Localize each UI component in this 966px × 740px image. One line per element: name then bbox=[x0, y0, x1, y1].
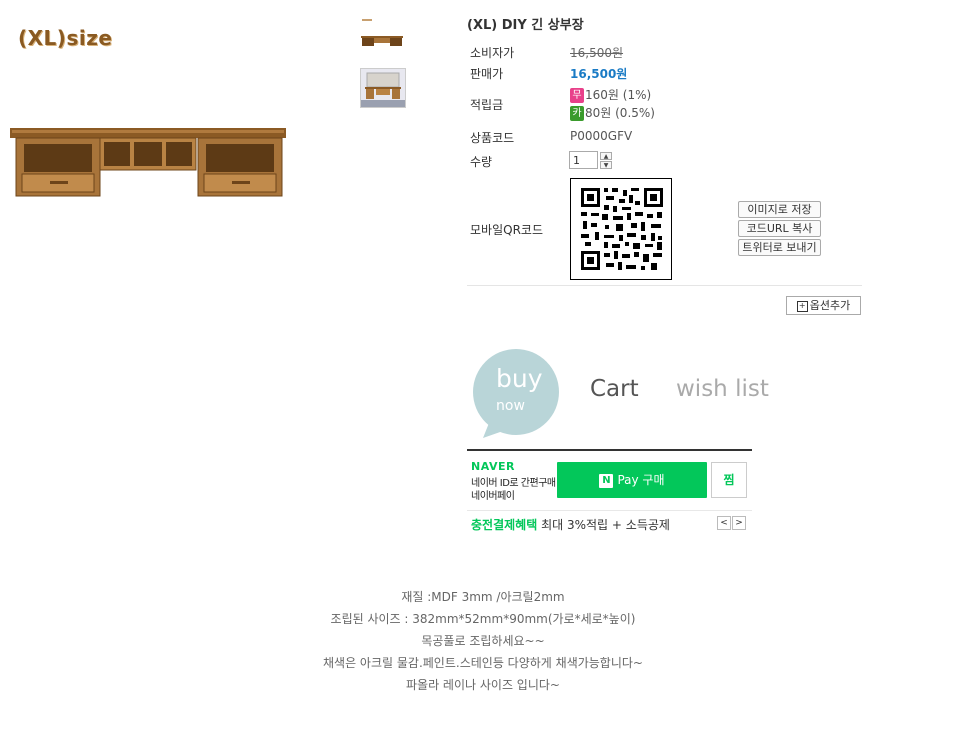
naver-pay-text: 네이버페이 bbox=[471, 491, 515, 502]
add-option-button[interactable]: + 옵션추가 bbox=[786, 296, 861, 315]
card-badge: 카 bbox=[570, 106, 584, 121]
naver-pay-buy-button[interactable]: N Pay 구매 bbox=[557, 462, 707, 498]
mobile-qr-label: 모바일QR코드 bbox=[470, 223, 543, 237]
buy-now-button[interactable] bbox=[467, 345, 567, 445]
consumer-price-label: 소비자가 bbox=[470, 46, 515, 60]
naver-divider bbox=[467, 510, 752, 511]
quantity-up-button[interactable]: ▲ bbox=[600, 152, 612, 160]
no-bankbook-badge: 무 bbox=[570, 88, 584, 103]
buy-label: buy bbox=[496, 364, 543, 393]
description-size-note: 파올라 레이나 사이즈 입니다~ bbox=[406, 678, 560, 692]
naver-pay-label: Pay 구매 bbox=[617, 473, 665, 487]
naver-n-icon: N bbox=[599, 473, 614, 488]
copy-code-url-button[interactable]: 코드URL 복사 bbox=[738, 220, 821, 237]
send-to-twitter-button[interactable]: 트위터로 보내기 bbox=[738, 239, 821, 256]
sale-price-label: 판매가 bbox=[470, 67, 504, 81]
benefit-next-icon[interactable]: > bbox=[732, 516, 746, 530]
points-card-row: 카 80원 (0.5%) bbox=[570, 104, 655, 121]
benefit-prev-icon[interactable]: < bbox=[717, 516, 731, 530]
product-code-label: 상품코드 bbox=[470, 131, 515, 145]
quantity-down-button[interactable]: ▼ bbox=[600, 161, 612, 169]
points-no-row: 무 160원 (1%) bbox=[570, 86, 651, 103]
thumbnail-1[interactable] bbox=[360, 16, 404, 52]
add-option-label: 옵션추가 bbox=[809, 299, 851, 312]
thumbnail-2[interactable] bbox=[360, 68, 406, 108]
charge-benefit-detail: 최대 3%적립 + 소득공제 bbox=[541, 518, 670, 532]
product-main-image bbox=[10, 128, 286, 197]
save-as-image-button[interactable]: 이미지로 저장 bbox=[738, 201, 821, 218]
description-material: 재질 :MDF 3mm /아크릴2mm bbox=[401, 590, 565, 604]
charge-benefit-text: 충전결제혜택 최대 3%적립 + 소득공제 bbox=[471, 516, 670, 533]
action-divider bbox=[467, 449, 752, 451]
points-label: 적립금 bbox=[470, 98, 504, 112]
naver-logo: NAVER bbox=[471, 460, 515, 473]
quantity-label: 수량 bbox=[470, 155, 493, 169]
qr-code bbox=[570, 178, 672, 280]
plus-box-icon: + bbox=[796, 300, 808, 312]
product-code: P0000GFV bbox=[570, 129, 633, 143]
consumer-price: 16,500원 bbox=[570, 46, 624, 60]
product-title: (XL) DIY 긴 상부장 bbox=[467, 18, 584, 33]
charge-benefit-highlight: 충전결제혜택 bbox=[471, 518, 538, 532]
description-size: 조립된 사이즈 : 382mm*52mm*90mm(가로*세로*높이) bbox=[330, 612, 636, 626]
description-assembly: 목공풀로 조립하세요~~ bbox=[421, 634, 545, 648]
wish-list-button[interactable]: wish list bbox=[676, 376, 769, 402]
naver-zzim-button[interactable]: 찜 bbox=[711, 462, 747, 498]
now-label: now bbox=[496, 398, 525, 414]
info-divider bbox=[467, 285, 862, 286]
points-no-value: 160원 (1%) bbox=[585, 88, 652, 102]
sale-price: 16,500원 bbox=[570, 67, 628, 81]
points-card-value: 80원 (0.5%) bbox=[585, 106, 655, 120]
size-label: (XL)size bbox=[18, 26, 113, 50]
qr-code-icon bbox=[581, 188, 663, 270]
description-painting: 채색은 아크릴 물감.페인트.스테인등 다양하게 채색가능합니다~ bbox=[323, 656, 643, 670]
quantity-input[interactable] bbox=[569, 151, 598, 169]
cart-button[interactable]: Cart bbox=[590, 376, 639, 402]
